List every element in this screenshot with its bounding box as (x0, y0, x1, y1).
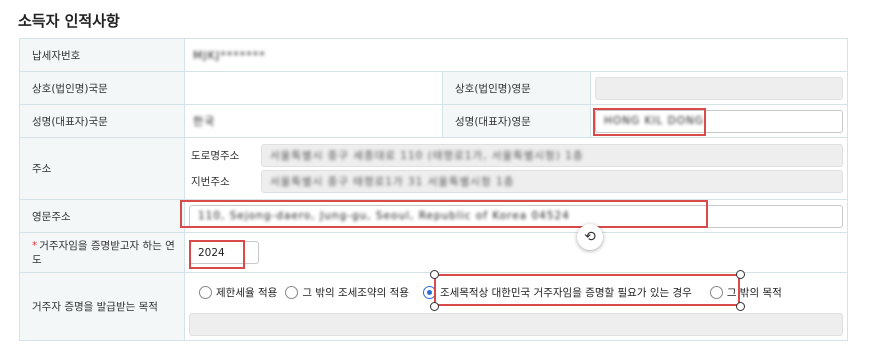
lot-address-label: 지번주소 (191, 176, 230, 188)
lot-address-value: 서울특별시 중구 태평로1가 31 서울특별시청 1층 (270, 176, 515, 188)
en-address-input[interactable]: 110, Sejong-daero, Jung-gu, Seoul, Repub… (189, 204, 844, 228)
tax-id-row: 납세자번호 MJKJ******* (19, 38, 849, 72)
purpose-other-field (189, 313, 844, 336)
road-address-label: 도로명주소 (191, 150, 240, 162)
road-address-field: 서울특별시 중구 세종대로 110 (태평로1가, 서울특별시청) 1층 (261, 144, 844, 167)
name-kr-label: 성명(대표자)국문 (19, 104, 185, 138)
selection-handle[interactable] (736, 270, 745, 279)
year-label: 거주자임을 증명받고자 하는 연도 (32, 239, 175, 266)
radio-icon (199, 285, 212, 299)
purpose-radio-group: 제한세율 적용 그 밖의 조세조약의 적용 조세목적상 대한민국 거주자임을 증… (189, 277, 843, 307)
purpose-option-label: 그 밖의 목적 (726, 286, 782, 299)
name-row: 성명(대표자)국문 한국 성명(대표자)영문 HONG KIL DONG (19, 104, 849, 138)
purpose-option-label: 제한세율 적용 (216, 286, 278, 299)
address-row: 주소 도로명주소 서울특별시 중구 세종대로 110 (태평로1가, 서울특별시… (19, 137, 849, 200)
purpose-option-residency-proof[interactable]: 조세목적상 대한민국 거주자임을 증명할 필요가 있는 경우 (422, 285, 692, 300)
company-row: 상호(법인명)국문 상호(법인명)영문 (19, 71, 849, 105)
purpose-label: 거주자 증명을 발급받는 목적 (19, 272, 185, 341)
radio-icon (709, 285, 723, 299)
year-input[interactable]: 2024 (189, 241, 259, 264)
required-mark: * (32, 239, 38, 252)
en-address-row: 영문주소 110, Sejong-daero, Jung-gu, Seoul, … (19, 199, 849, 233)
tax-id-label: 납세자번호 (19, 38, 185, 72)
radio-icon (285, 285, 299, 299)
company-kr-value (189, 82, 193, 95)
tax-id-value: MJKJ******* (193, 48, 266, 62)
selection-handle[interactable] (430, 302, 439, 311)
selection-handle[interactable] (430, 270, 439, 279)
purpose-option-other[interactable]: 그 밖의 목적 (709, 285, 782, 300)
rotate-cursor-icon: ⟲ (577, 224, 603, 250)
purpose-option-label: 조세목적상 대한민국 거주자임을 증명할 필요가 있는 경우 (439, 286, 692, 299)
company-en-label: 상호(법인명)영문 (442, 71, 591, 105)
selection-handle[interactable] (736, 302, 745, 311)
en-address-value: 110, Sejong-daero, Jung-gu, Seoul, Repub… (198, 210, 570, 222)
name-en-input[interactable]: HONG KIL DONG (595, 109, 844, 133)
year-row: * 거주자임을 증명받고자 하는 연도 2024 (19, 232, 849, 273)
resident-info-form: 납세자번호 MJKJ******* 상호(법인명)국문 상호(법인명)영문 성명… (19, 38, 849, 341)
en-address-label: 영문주소 (19, 199, 185, 233)
radio-selected-icon (422, 285, 436, 299)
company-en-field (595, 76, 844, 100)
address-label: 주소 (19, 137, 185, 200)
name-en-label: 성명(대표자)영문 (442, 104, 591, 138)
name-kr-value: 한국 (193, 115, 216, 128)
purpose-option-other-treaty[interactable]: 그 밖의 조세조약의 적용 (285, 285, 409, 300)
road-address-value: 서울특별시 중구 세종대로 110 (태평로1가, 서울특별시청) 1층 (270, 150, 584, 162)
lot-address-field: 서울특별시 중구 태평로1가 31 서울특별시청 1층 (261, 170, 844, 193)
name-en-value: HONG KIL DONG (604, 115, 704, 127)
purpose-option-reduced-rate[interactable]: 제한세율 적용 (199, 285, 277, 300)
purpose-option-label: 그 밖의 조세조약의 적용 (302, 286, 409, 299)
page-title: 소득자 인적사항 (18, 12, 120, 30)
company-kr-label: 상호(법인명)국문 (19, 71, 185, 105)
